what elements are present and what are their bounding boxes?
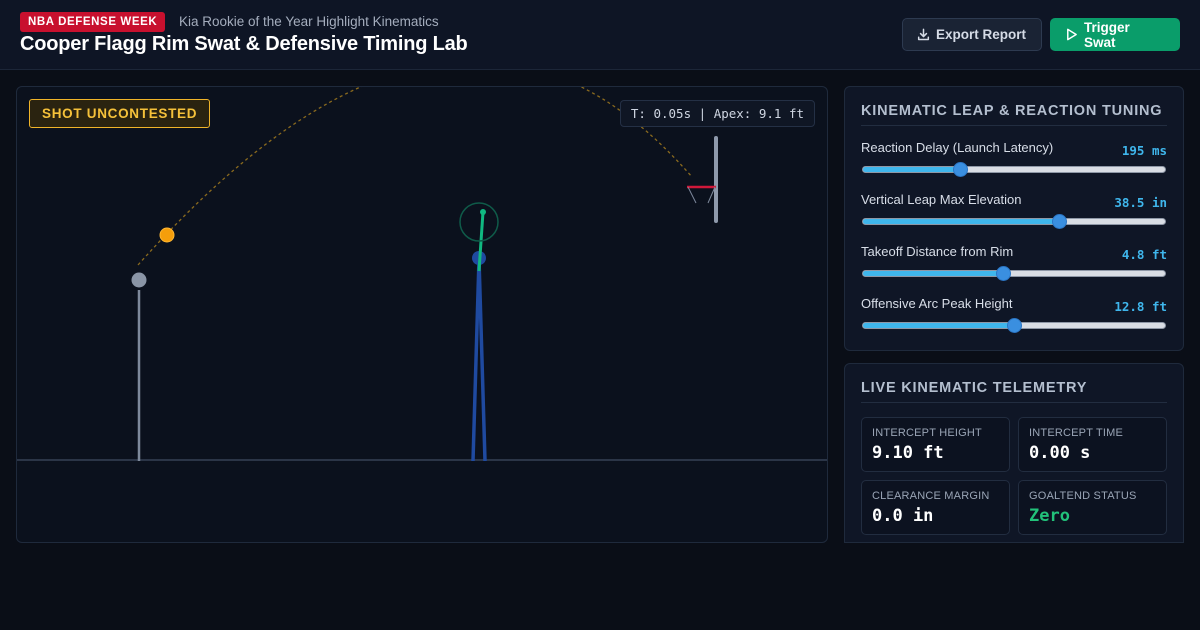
slider-value: 195 ms bbox=[1121, 143, 1167, 158]
slider-thumb[interactable] bbox=[1052, 214, 1068, 229]
metric-clearance-margin: CLEARANCE MARGIN 0.0 in bbox=[861, 480, 1010, 535]
metric-goaltend-status: GOALTEND STATUS Zero bbox=[1018, 480, 1167, 535]
slider-label: Takeoff Distance from Rim bbox=[861, 244, 1014, 259]
defender-right-leg bbox=[477, 258, 487, 462]
slider-track[interactable] bbox=[862, 318, 1166, 333]
tuning-panel-title: KINEMATIC LEAP & REACTION TUNING bbox=[861, 103, 1167, 126]
slider-track[interactable] bbox=[862, 214, 1166, 229]
header-subtitle: Kia Rookie of the Year Highlight Kinemat… bbox=[179, 14, 439, 29]
slider-label: Offensive Arc Peak Height bbox=[861, 296, 1013, 311]
page-title: Cooper Flagg Rim Swat & Defensive Timing… bbox=[20, 33, 468, 55]
basketball bbox=[159, 227, 175, 243]
metric-value: 0.0 in bbox=[872, 506, 934, 526]
slider-track[interactable] bbox=[862, 162, 1166, 177]
slider-track[interactable] bbox=[862, 266, 1166, 281]
export-report-label: Export Report bbox=[936, 27, 1027, 42]
app-header: NBA DEFENSE WEEK Kia Rookie of the Year … bbox=[0, 0, 1200, 70]
slider-fill bbox=[863, 271, 1004, 276]
slider-value: 12.8 ft bbox=[1114, 299, 1167, 314]
slider-label: Reaction Delay (Launch Latency) bbox=[861, 140, 1054, 155]
metric-label: GOALTEND STATUS bbox=[1029, 490, 1137, 502]
shot-trajectory bbox=[137, 87, 693, 266]
metric-label: CLEARANCE MARGIN bbox=[872, 490, 990, 502]
metric-intercept-time: INTERCEPT TIME 0.00 s bbox=[1018, 417, 1167, 472]
shot-status-badge: SHOT UNCONTESTED bbox=[29, 99, 211, 128]
slider-label: Vertical Leap Max Elevation bbox=[861, 192, 1022, 207]
metric-label: INTERCEPT HEIGHT bbox=[872, 427, 982, 439]
event-badge: NBA DEFENSE WEEK bbox=[20, 12, 166, 32]
net-right bbox=[707, 186, 716, 204]
defender-left-leg bbox=[471, 258, 481, 462]
metric-label: INTERCEPT TIME bbox=[1029, 427, 1124, 439]
download-icon bbox=[917, 28, 930, 41]
slider-reaction-delay[interactable]: Reaction Delay (Launch Latency) 195 ms bbox=[861, 140, 1167, 184]
trigger-swat-label: Trigger Swat bbox=[1084, 19, 1130, 50]
telemetry-panel: LIVE KINEMATIC TELEMETRY INTERCEPT HEIGH… bbox=[844, 363, 1184, 543]
time-apex-readout: T: 0.05s | Apex: 9.1 ft bbox=[619, 100, 815, 127]
trigger-swat-button[interactable]: Trigger Swat bbox=[1050, 18, 1180, 51]
swat-reach-zone bbox=[459, 202, 499, 242]
slider-thumb[interactable] bbox=[996, 266, 1012, 281]
shooter-head bbox=[131, 272, 147, 288]
net-left bbox=[687, 186, 697, 204]
slider-takeoff-distance[interactable]: Takeoff Distance from Rim 4.8 ft bbox=[861, 244, 1167, 288]
slider-fill bbox=[863, 167, 960, 172]
defender-hand bbox=[480, 209, 486, 215]
telemetry-panel-title: LIVE KINEMATIC TELEMETRY bbox=[861, 380, 1167, 403]
metric-intercept-height: INTERCEPT HEIGHT 9.10 ft bbox=[861, 417, 1010, 472]
court-scene bbox=[17, 87, 827, 462]
court-canvas[interactable]: SHOT UNCONTESTED T: 0.05s | Apex: 9.1 ft bbox=[16, 86, 828, 543]
export-report-button[interactable]: Export Report bbox=[902, 18, 1042, 51]
slider-vertical-leap[interactable]: Vertical Leap Max Elevation 38.5 in bbox=[861, 192, 1167, 236]
slider-value: 38.5 in bbox=[1114, 195, 1167, 210]
metric-value: Zero bbox=[1029, 506, 1070, 526]
slider-thumb[interactable] bbox=[952, 162, 968, 177]
slider-value: 4.8 ft bbox=[1121, 247, 1167, 262]
slider-fill bbox=[863, 323, 1014, 328]
tuning-panel: KINEMATIC LEAP & REACTION TUNING Reactio… bbox=[844, 86, 1184, 351]
play-icon bbox=[1067, 28, 1077, 41]
metric-value: 9.10 ft bbox=[872, 443, 944, 463]
metric-value: 0.00 s bbox=[1029, 443, 1091, 463]
slider-thumb[interactable] bbox=[1007, 318, 1022, 333]
slider-arc-peak[interactable]: Offensive Arc Peak Height 12.8 ft bbox=[861, 296, 1167, 340]
slider-fill bbox=[863, 219, 1060, 224]
